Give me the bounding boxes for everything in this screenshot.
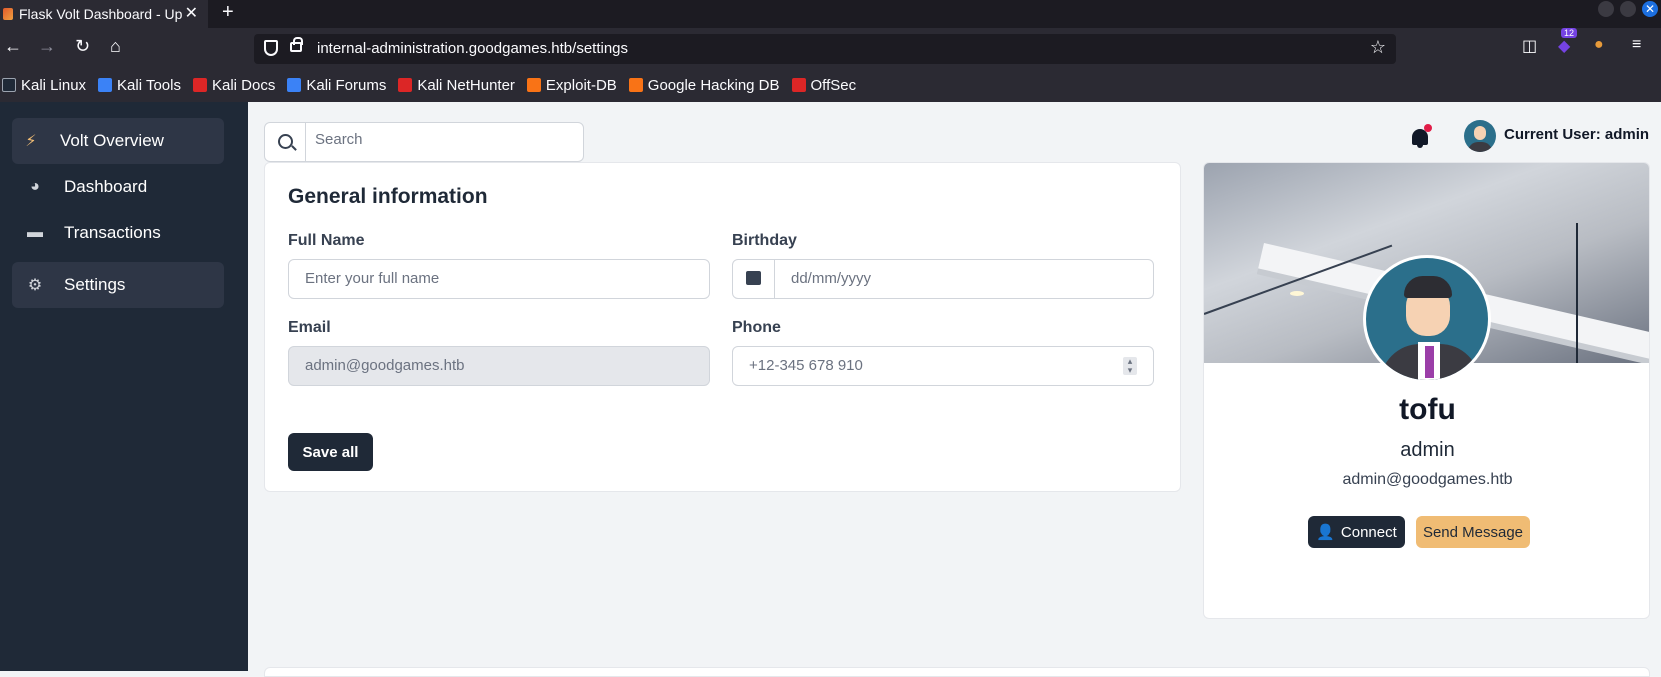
tab-title: Flask Volt Dashboard - Up (19, 6, 183, 22)
url-text[interactable]: internal-administration.goodgames.htb/se… (317, 40, 628, 57)
tracking-shield-icon[interactable] (264, 40, 278, 56)
browser-tab[interactable]: Flask Volt Dashboard - Up ✕ (0, 0, 208, 28)
birthday-input[interactable] (791, 270, 1131, 287)
extension-icon[interactable]: ◆ (1558, 36, 1570, 56)
connect-button[interactable]: 👤 Connect (1308, 516, 1405, 548)
profile-avatar (1363, 255, 1491, 383)
back-arrow-icon[interactable]: ← (4, 36, 22, 57)
kali-forums-icon (287, 78, 302, 92)
extension-badge: 12 (1561, 28, 1578, 38)
google-hacking-db-icon (628, 78, 643, 92)
kali-docs-icon (192, 78, 207, 92)
sidebar-item-label: Dashboard (64, 177, 148, 196)
exploit-db-icon (526, 78, 541, 92)
full-name-input[interactable] (305, 270, 685, 287)
sidebar-item-transactions[interactable]: ▬ Transactions (12, 210, 224, 256)
bookmark-kali-linux[interactable]: Kali Linux (2, 77, 86, 94)
sidebar: ⚡ Volt Overview ◕ Dashboard ▬ Transactio… (0, 102, 248, 671)
current-user-label[interactable]: Current User: admin (1504, 126, 1649, 143)
bookmark-exploit-db[interactable]: Exploit-DB (526, 77, 617, 94)
user-avatar[interactable] (1464, 120, 1496, 152)
phone-field[interactable]: ▴▾ (732, 346, 1154, 386)
number-spinner-icon[interactable]: ▴ ▾ (1123, 357, 1137, 375)
bookmark-star-icon[interactable]: ☆ (1370, 37, 1386, 58)
save-all-button[interactable]: Save all (288, 433, 373, 471)
connect-label: Connect (1340, 523, 1397, 541)
volt-favicon-icon (3, 8, 13, 20)
profile-card: tofu admin admin@goodgames.htb 👤 Connect… (1203, 162, 1650, 619)
bookmark-kali-nethunter[interactable]: Kali NetHunter (398, 77, 515, 94)
notification-dot (1424, 124, 1432, 132)
bolt-icon: ⚡ (25, 133, 37, 150)
profile-name: tofu (1399, 393, 1456, 426)
profile-role: admin (1400, 439, 1455, 461)
general-information-card: General information Full Name Birthday E… (264, 162, 1181, 492)
sidebar-item-label: Transactions (64, 223, 161, 242)
birthday-field[interactable] (732, 259, 1154, 299)
main-content: Current User: admin General information … (248, 102, 1661, 677)
sidebar-item-label: Settings (64, 275, 126, 294)
home-icon[interactable]: ⌂ (110, 36, 121, 57)
phone-input[interactable] (749, 357, 1129, 374)
email-label: Email (288, 319, 331, 336)
url-bar[interactable]: internal-administration.goodgames.htb/se… (254, 34, 1396, 64)
user-plus-icon: 👤 (1316, 524, 1335, 541)
email-input (305, 357, 685, 374)
full-name-field[interactable] (288, 259, 710, 299)
forward-arrow-icon[interactable]: → (38, 36, 56, 57)
bookmark-offsec[interactable]: OffSec (791, 77, 856, 94)
browser-tab-bar: Flask Volt Dashboard - Up ✕ + ✕ (0, 0, 1661, 28)
email-field (288, 346, 710, 386)
bookmark-kali-forums[interactable]: Kali Forums (287, 77, 386, 94)
bookmark-google-hacking-db[interactable]: Google Hacking DB (628, 77, 780, 94)
sidebar-item-label: Volt Overview (60, 131, 164, 150)
pie-chart-icon: ◕ (30, 178, 40, 195)
tab-close-icon[interactable]: ✕ (185, 3, 198, 23)
next-card-edge (264, 667, 1650, 677)
kali-tools-icon (98, 78, 113, 92)
search-icon[interactable] (265, 123, 306, 161)
maximize-button[interactable] (1620, 1, 1636, 17)
credit-card-icon: ▬ (27, 224, 43, 241)
sidebar-item-dashboard[interactable]: ◕ Dashboard (12, 164, 224, 210)
card-title: General information (288, 185, 488, 208)
send-message-button[interactable]: Send Message (1416, 516, 1530, 548)
sidebar-item-settings[interactable]: ⚙ Settings (12, 262, 224, 308)
birthday-label: Birthday (732, 232, 797, 249)
cookie-icon[interactable]: ● (1594, 36, 1604, 54)
reload-icon[interactable]: ↻ (75, 36, 90, 57)
search-box[interactable] (264, 122, 584, 162)
bookmarks-toolbar: Kali Linux Kali Tools Kali Docs Kali For… (0, 68, 1661, 102)
pocket-icon[interactable]: ◫ (1522, 36, 1537, 56)
minimize-button[interactable] (1598, 1, 1614, 17)
phone-label: Phone (732, 319, 781, 336)
kali-linux-icon (2, 78, 16, 92)
sidebar-item-volt-overview[interactable]: ⚡ Volt Overview (12, 118, 224, 164)
calendar-icon (746, 271, 761, 285)
browser-navbar: ← → ↻ ⌂ internal-administration.goodgame… (0, 28, 1661, 68)
offsec-icon (791, 78, 806, 92)
bookmark-kali-tools[interactable]: Kali Tools (98, 77, 181, 94)
full-name-label: Full Name (288, 232, 365, 249)
gear-icon: ⚙ (27, 277, 43, 294)
new-tab-button[interactable]: + (222, 1, 234, 24)
calendar-icon-box (733, 260, 775, 298)
bookmark-kali-docs[interactable]: Kali Docs (192, 77, 275, 94)
menu-hamburger-icon[interactable]: ≡ (1632, 36, 1641, 54)
window-close-button[interactable]: ✕ (1642, 1, 1658, 17)
search-input[interactable] (315, 131, 565, 148)
kali-nethunter-icon (398, 78, 413, 92)
profile-email: admin@goodgames.htb (1342, 471, 1513, 488)
lock-icon[interactable] (290, 37, 303, 52)
